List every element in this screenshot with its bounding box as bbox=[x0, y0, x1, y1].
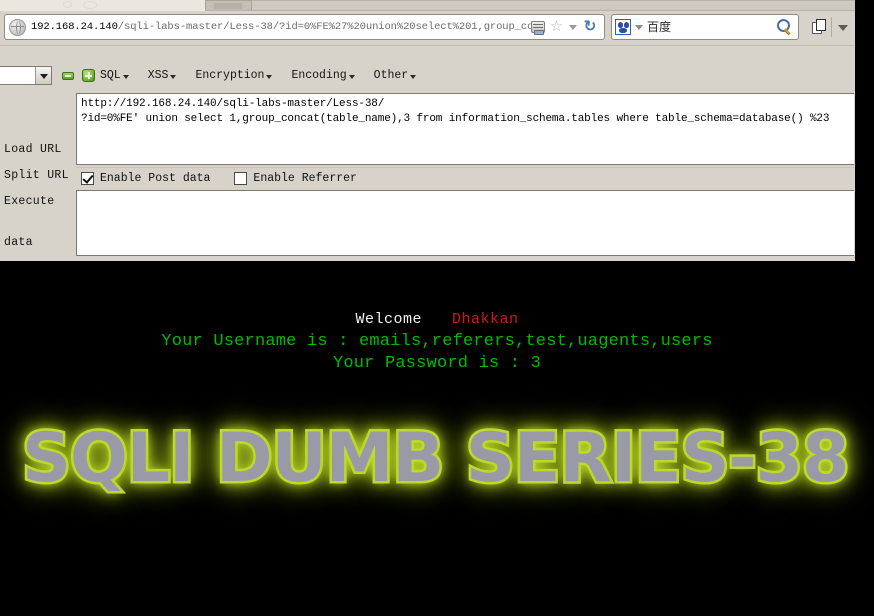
hackbar-panel: SQL XSS Encryption Encoding Other Load U… bbox=[0, 45, 855, 261]
load-url-button[interactable]: Load URL bbox=[4, 143, 62, 156]
chevron-down-icon[interactable] bbox=[836, 20, 850, 34]
tab-ghost-icon-2 bbox=[83, 1, 97, 9]
hackbar-menu-xss[interactable]: XSS bbox=[148, 67, 177, 85]
navigation-bar: 192.168.24.140/sqli-labs-master/Less-38/… bbox=[0, 11, 855, 45]
hackbar-menu-other[interactable]: Other bbox=[374, 67, 417, 85]
tab-strip-left-area bbox=[0, 0, 205, 11]
tab-ghost-icon-1 bbox=[63, 1, 72, 8]
plus-icon[interactable] bbox=[82, 69, 95, 82]
hackbar-menu-sql[interactable]: SQL bbox=[100, 67, 129, 85]
hackbar-history-value bbox=[0, 67, 35, 84]
password-result-line: Your Password is : 3 bbox=[332, 354, 542, 373]
welcome-text: Welcome bbox=[355, 311, 422, 328]
enable-post-data-checkbox[interactable] bbox=[81, 172, 94, 185]
browser-chrome: 192.168.24.140/sqli-labs-master/Less-38/… bbox=[0, 0, 855, 261]
url-bar[interactable]: 192.168.24.140/sqli-labs-master/Less-38/… bbox=[4, 14, 605, 40]
hackbar-url-line-2: ?id=0%FE' union select 1,group_concat(ta… bbox=[81, 113, 830, 125]
hackbar-url-textarea[interactable]: http://192.168.24.140/sqli-labs-master/L… bbox=[76, 93, 854, 165]
banner-text: SQLI DUMB SERIES-38 bbox=[19, 417, 851, 501]
rss-feed-icon[interactable] bbox=[531, 21, 545, 35]
url-input[interactable]: 192.168.24.140/sqli-labs-master/Less-38/… bbox=[31, 15, 531, 39]
hackbar-menu-bar: SQL XSS Encryption Encoding Other bbox=[100, 66, 435, 86]
hackbar-options-row: Enable Post data Enable Referrer bbox=[76, 167, 854, 189]
page-content: Welcome Dhakkan Your Username is : emails… bbox=[0, 261, 874, 616]
hackbar-button-column: Load URL Split URL Execute data bbox=[0, 91, 75, 261]
url-host: 192.168.24.140 bbox=[31, 21, 118, 33]
welcome-line: Welcome Dhakkan bbox=[0, 309, 874, 331]
browser-tab[interactable] bbox=[205, 0, 252, 10]
baidu-paw-icon[interactable] bbox=[615, 19, 631, 35]
enable-post-data-label: Enable Post data bbox=[100, 172, 211, 185]
execute-button-label: Execute bbox=[4, 195, 55, 208]
load-url-button-label: Load URL bbox=[4, 143, 62, 156]
bookmark-star-icon[interactable]: ☆ bbox=[549, 19, 564, 34]
globe-icon bbox=[9, 18, 26, 36]
welcome-name: Dhakkan bbox=[452, 311, 519, 328]
hackbar-menu-encryption[interactable]: Encryption bbox=[195, 67, 273, 85]
page-copy-front-sheet bbox=[816, 19, 826, 31]
hackbar-toolbar: SQL XSS Encryption Encoding Other bbox=[0, 66, 855, 88]
magnifier-icon[interactable] bbox=[774, 17, 796, 37]
browser-tab-label bbox=[214, 3, 242, 9]
hackbar-menu-encoding[interactable]: Encoding bbox=[291, 67, 355, 85]
hackbar-url-line-1: http://192.168.24.140/sqli-labs-master/L… bbox=[81, 98, 385, 110]
search-bar[interactable]: 百度 bbox=[611, 14, 799, 40]
hackbar-history-select[interactable] bbox=[0, 66, 52, 85]
enable-referrer-checkbox[interactable] bbox=[234, 172, 248, 185]
toolbar-divider bbox=[831, 17, 832, 37]
split-url-button[interactable]: Split URL bbox=[4, 169, 69, 182]
minus-icon[interactable] bbox=[62, 72, 74, 80]
screen-root: 192.168.24.140/sqli-labs-master/Less-38/… bbox=[0, 0, 874, 616]
execute-button[interactable]: Execute bbox=[4, 195, 54, 208]
hackbar-post-data-textarea[interactable] bbox=[76, 190, 854, 256]
reload-icon[interactable]: ↻ bbox=[582, 19, 598, 35]
chevron-down-icon[interactable] bbox=[568, 20, 578, 34]
enable-referrer-label: Enable Referrer bbox=[253, 172, 357, 185]
chevron-down-icon[interactable] bbox=[35, 67, 51, 84]
data-field-label: data bbox=[4, 236, 33, 249]
chevron-down-icon[interactable] bbox=[633, 20, 644, 34]
username-result-line: Your Username is : emails,referers,test,… bbox=[161, 332, 713, 351]
enable-post-data-option[interactable]: Enable Post data bbox=[81, 172, 210, 185]
enable-referrer-option[interactable]: Enable Referrer bbox=[234, 172, 357, 185]
sqli-dumb-series-banner: SQLI DUMB SERIES-38 bbox=[19, 417, 874, 501]
page-copy-icon[interactable] bbox=[812, 19, 828, 36]
split-url-button-label: Split URL bbox=[4, 169, 69, 182]
tab-strip bbox=[0, 0, 855, 11]
url-path: /sqli-labs-master/Less-38/?id=0%FE%27%20… bbox=[117, 21, 531, 33]
tab-strip-empty-area bbox=[252, 0, 855, 10]
search-input[interactable]: 百度 bbox=[647, 16, 774, 38]
sql-injection-result: Welcome Dhakkan Your Username is : emails… bbox=[0, 309, 874, 375]
